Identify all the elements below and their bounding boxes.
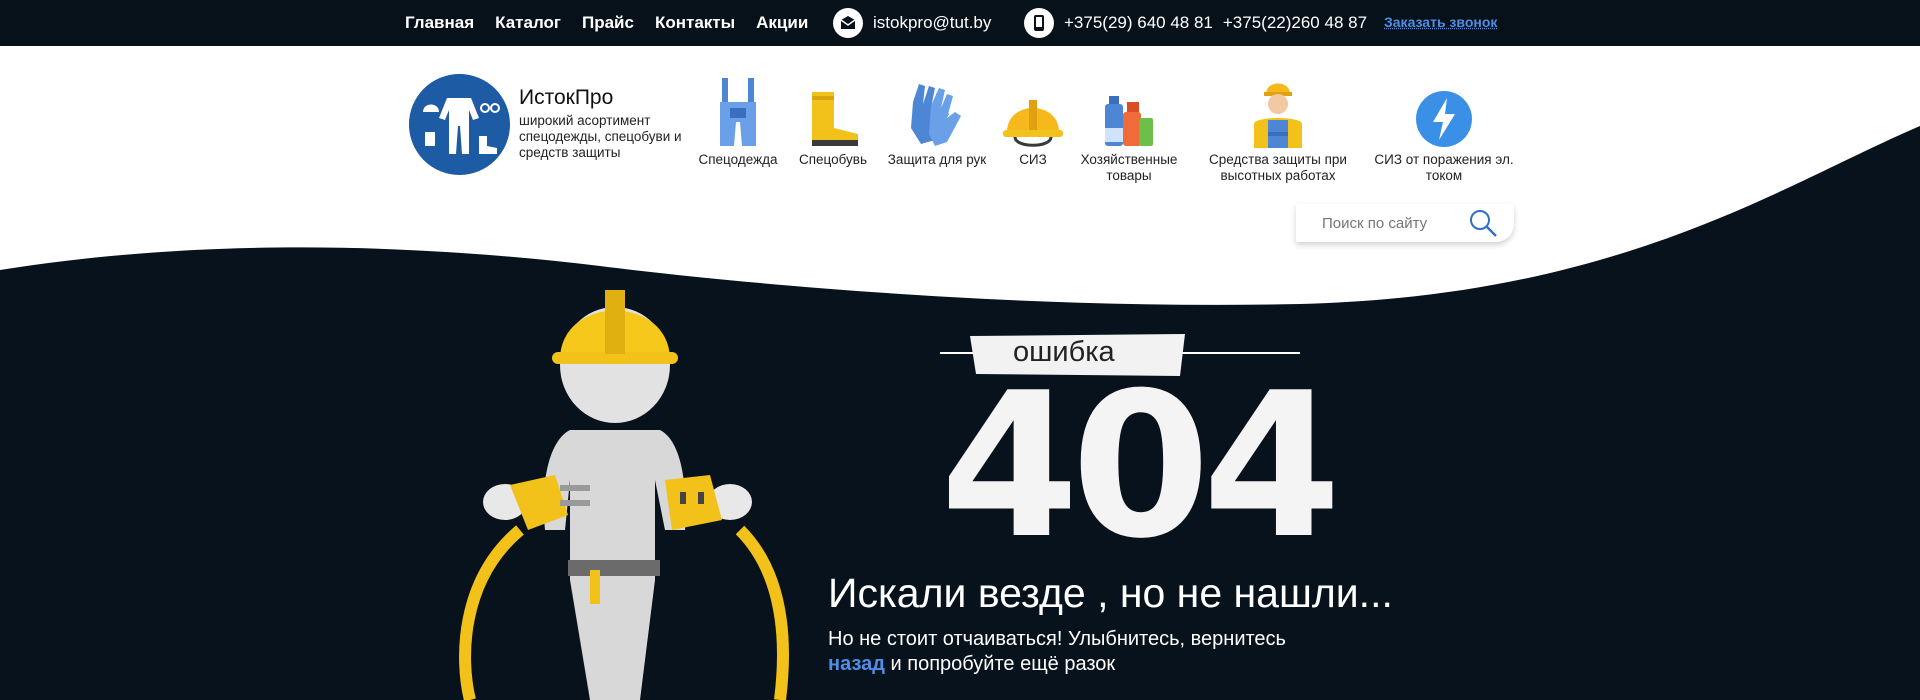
category-label: Спецодежда: [698, 152, 778, 167]
search-button[interactable]: [1466, 206, 1500, 240]
logo[interactable]: [409, 74, 510, 175]
nav-contacts[interactable]: Контакты: [655, 13, 735, 33]
callback-link[interactable]: Заказать звонок: [1384, 14, 1497, 30]
email-contact[interactable]: istokpro@tut.by: [833, 0, 991, 46]
top-nav: Главная Каталог Прайс Контакты Акции: [405, 0, 808, 46]
category-household[interactable]: Хозяйственные товары: [1074, 76, 1184, 184]
error-text-after: и попробуйте ещё разок: [884, 653, 1116, 675]
envelope-icon: [833, 8, 863, 38]
search-icon: [1470, 210, 1497, 237]
back-link[interactable]: назад: [828, 653, 885, 675]
phone-number-1[interactable]: +375(29) 640 48 81: [1064, 13, 1213, 33]
category-height-safety[interactable]: Средства защиты при высотных работах: [1192, 76, 1364, 184]
category-label: Хозяйственные товары: [1080, 152, 1178, 183]
overalls-icon: [693, 76, 783, 148]
error-message: Но не стоит отчаиваться! Улыбнитесь, вер…: [828, 627, 1388, 677]
logo-workwear-icon: [409, 74, 509, 174]
nav-home[interactable]: Главная: [405, 13, 474, 33]
category-ppe[interactable]: СИЗ: [1000, 76, 1066, 168]
category-label: Защита для рук: [887, 152, 987, 167]
category-label: Средства защиты при высотных работах: [1209, 152, 1347, 183]
gloves-icon: [882, 76, 992, 148]
nav-promotions[interactable]: Акции: [756, 13, 808, 33]
nav-catalog[interactable]: Каталог: [495, 13, 561, 33]
error-headline: Искали везде , но не нашли...: [828, 570, 1393, 616]
boots-icon: [790, 76, 876, 148]
brand-tagline: широкий асортимент спецодежды, спецобуви…: [519, 113, 682, 160]
worker-icon: [1192, 76, 1364, 148]
error-text-before: Но не стоит отчаиваться! Улыбнитесь, вер…: [828, 628, 1286, 650]
search-input[interactable]: [1322, 214, 1462, 232]
household-icon: [1074, 76, 1184, 148]
phone-icon: [1024, 8, 1054, 38]
category-electrical-protection[interactable]: СИЗ от поражения эл. током: [1374, 76, 1514, 184]
category-workwear[interactable]: Спецодежда: [693, 76, 783, 168]
brand-name[interactable]: ИстокПро: [519, 86, 613, 110]
hardhat-icon: [1000, 76, 1066, 148]
category-label: Спецобувь: [798, 152, 868, 167]
email-text: istokpro@tut.by: [873, 13, 992, 32]
lightning-icon: [1374, 76, 1514, 148]
category-label: СИЗ от поражения эл. током: [1374, 152, 1514, 183]
search-box: [1296, 204, 1514, 242]
nav-price[interactable]: Прайс: [582, 13, 634, 33]
category-label: СИЗ: [1019, 152, 1047, 167]
phone-number-2[interactable]: +375(22)260 48 87: [1223, 13, 1367, 33]
plug-figure-illustration: [459, 290, 790, 700]
category-footwear[interactable]: Спецобувь: [790, 76, 876, 168]
phone-contact: +375(29) 640 48 81 +375(22)260 48 87: [1024, 0, 1367, 46]
category-hand-protection[interactable]: Защита для рук: [882, 76, 992, 168]
top-bar: Главная Каталог Прайс Контакты Акции ist…: [0, 0, 1920, 46]
error-code: 404: [940, 350, 1341, 583]
